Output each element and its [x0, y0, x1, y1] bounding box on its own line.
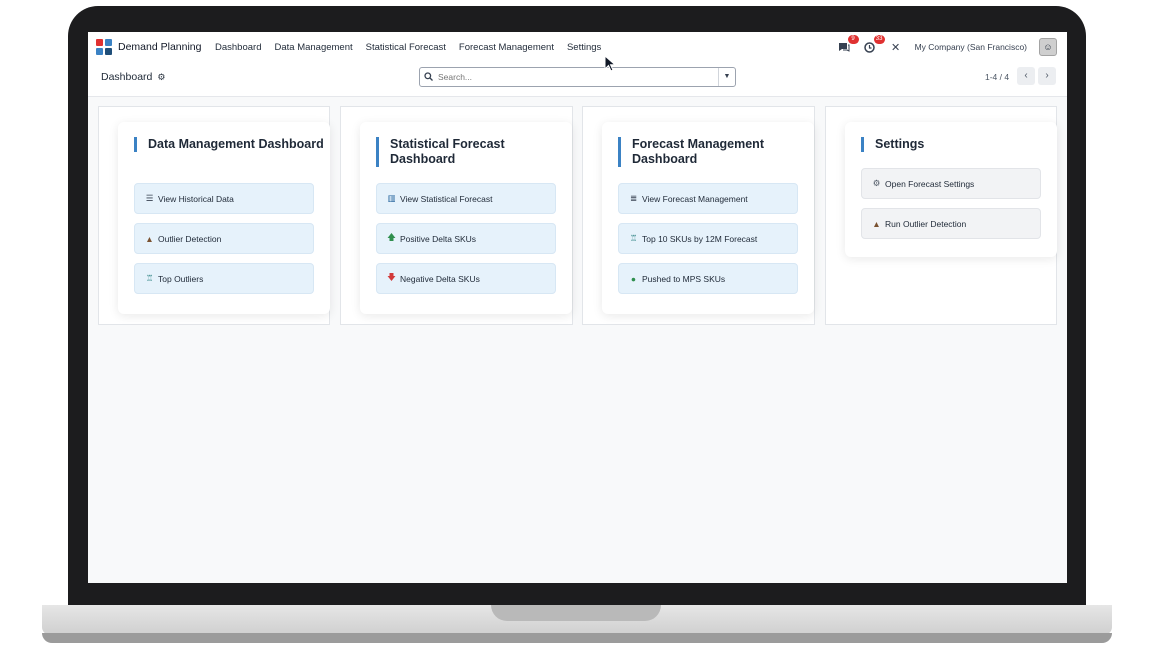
search-bar: ▼	[419, 67, 736, 87]
debug-tools-icon[interactable]: ✕	[889, 40, 903, 54]
view-historical-data-button[interactable]: ☰ View Historical Data	[134, 183, 314, 214]
laptop-base-edge	[42, 633, 1112, 643]
gear-icon[interactable]: ⚙	[157, 72, 165, 83]
button-label: Outlier Detection	[158, 233, 222, 244]
run-outlier-detection-button[interactable]: ▲ Run Outlier Detection	[861, 208, 1041, 239]
menu-item-data-management[interactable]: Data Management	[274, 42, 352, 53]
mouse-cursor-icon	[604, 55, 617, 72]
positive-delta-skus-button[interactable]: 🡅 Positive Delta SKUs	[376, 223, 556, 254]
negative-delta-skus-button[interactable]: 🡇 Negative Delta SKUs	[376, 263, 556, 294]
warning-icon: ▲	[872, 218, 881, 229]
kanban-record-data-management: Data Management Dashboard ☰ View Histori…	[98, 106, 330, 325]
search-icon	[420, 71, 436, 83]
button-label: Run Outlier Detection	[885, 218, 967, 229]
button-label: Top Outliers	[158, 273, 204, 284]
pager-value[interactable]: 1-4 / 4	[985, 72, 1009, 82]
button-label: Pushed to MPS SKUs	[642, 273, 726, 284]
app-logo-icon[interactable]	[96, 39, 113, 56]
kanban-record-statistical-forecast: Statistical Forecast Dashboard ▥ View St…	[340, 106, 573, 325]
trophy-icon: ♖	[145, 273, 154, 283]
control-panel: Dashboard ⚙ ▼ 1-4 / 4 ‹ ›	[88, 66, 1067, 96]
messages-icon[interactable]: 9	[837, 35, 859, 54]
user-avatar[interactable]: ☺	[1039, 38, 1057, 56]
breadcrumb: Dashboard ⚙	[101, 71, 165, 83]
trophy-icon: ♖	[629, 233, 638, 243]
card-title: Settings	[861, 137, 924, 152]
button-label: Positive Delta SKUs	[400, 233, 477, 244]
kanban-record-forecast-management: Forecast Management Dashboard ≣ View For…	[582, 106, 815, 325]
outlier-detection-button[interactable]: ▲ Outlier Detection	[134, 223, 314, 254]
open-forecast-settings-button[interactable]: ⚙ Open Forecast Settings	[861, 168, 1041, 199]
button-label: View Historical Data	[158, 193, 234, 204]
settings-card: Settings ⚙ Open Forecast Settings ▲ Run …	[845, 122, 1057, 257]
pager-next-icon[interactable]: ›	[1038, 67, 1056, 85]
dashboard-card: Forecast Management Dashboard ≣ View For…	[602, 122, 814, 314]
activities-clock-icon[interactable]: 33	[863, 35, 885, 54]
systray: 9 33 ✕ My Company (San Francisco) ☺	[837, 35, 1057, 56]
view-forecast-management-button[interactable]: ≣ View Forecast Management	[618, 183, 798, 214]
dashboard-card: Data Management Dashboard ☰ View Histori…	[118, 122, 330, 314]
page-title: Dashboard	[101, 71, 153, 83]
main-menu: Dashboard Data Management Statistical Fo…	[215, 42, 601, 53]
list-icon: ≣	[629, 193, 638, 203]
button-label: Open Forecast Settings	[885, 178, 975, 189]
bar-chart-icon: ▥	[387, 193, 396, 203]
dashboard-card: Statistical Forecast Dashboard ▥ View St…	[360, 122, 572, 314]
menu-item-settings[interactable]: Settings	[567, 42, 601, 53]
laptop-notch	[491, 605, 661, 621]
button-label: View Statistical Forecast	[400, 193, 493, 204]
kanban-record-settings: Settings ⚙ Open Forecast Settings ▲ Run …	[825, 106, 1057, 325]
gears-icon: ⚙	[872, 178, 881, 188]
kanban-content: Data Management Dashboard ☰ View Histori…	[88, 97, 1067, 583]
pushed-to-mps-skus-button[interactable]: ● Pushed to MPS SKUs	[618, 263, 798, 294]
company-switcher[interactable]: My Company (San Francisco)	[915, 42, 1027, 52]
top-10-skus-button[interactable]: ♖ Top 10 SKUs by 12M Forecast	[618, 223, 798, 254]
view-statistical-forecast-button[interactable]: ▥ View Statistical Forecast	[376, 183, 556, 214]
button-label: Negative Delta SKUs	[400, 273, 480, 284]
app-screen: Demand Planning Dashboard Data Managemen…	[88, 32, 1067, 583]
database-icon: ☰	[145, 193, 154, 203]
arrow-up-icon: 🡅	[387, 231, 396, 242]
card-title: Data Management Dashboard	[134, 137, 324, 152]
messages-badge: 9	[847, 35, 859, 44]
menu-item-forecast-management[interactable]: Forecast Management	[459, 42, 554, 53]
check-circle-icon: ●	[630, 273, 637, 284]
button-label: Top 10 SKUs by 12M Forecast	[642, 233, 758, 244]
top-outliers-button[interactable]: ♖ Top Outliers	[134, 263, 314, 294]
arrow-down-icon: 🡇	[387, 271, 396, 282]
menu-item-dashboard[interactable]: Dashboard	[215, 42, 261, 53]
menu-item-statistical-forecast[interactable]: Statistical Forecast	[366, 42, 446, 53]
card-title: Statistical Forecast Dashboard	[376, 137, 572, 167]
warning-icon: ▲	[145, 233, 154, 244]
app-name[interactable]: Demand Planning	[118, 41, 201, 53]
button-label: View Forecast Management	[642, 193, 748, 204]
pager-previous-icon[interactable]: ‹	[1017, 67, 1035, 85]
top-navbar: Demand Planning Dashboard Data Managemen…	[88, 32, 1067, 62]
card-title: Forecast Management Dashboard	[618, 137, 814, 167]
search-input[interactable]	[436, 70, 718, 84]
search-options-toggle-icon[interactable]: ▼	[718, 68, 735, 86]
activities-badge: 33	[873, 35, 885, 44]
